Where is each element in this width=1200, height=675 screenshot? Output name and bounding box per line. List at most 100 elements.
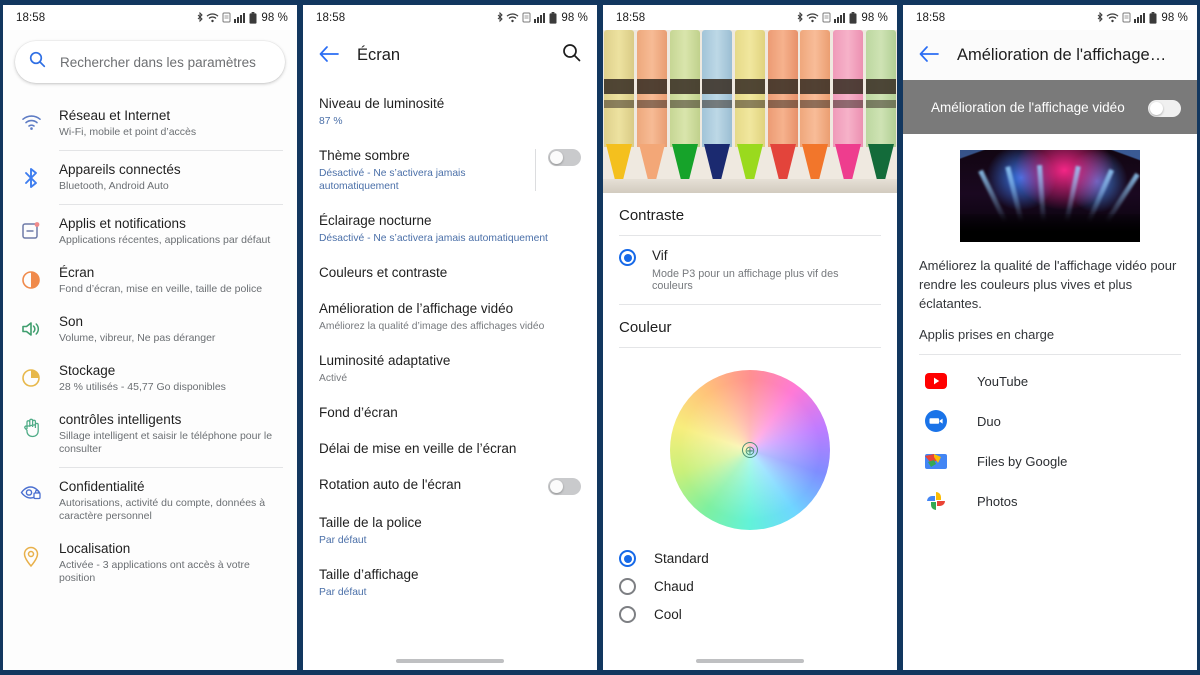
bluetooth-icon <box>797 12 804 23</box>
display-options-list: Niveau de luminosité 87 % Thème sombre D… <box>303 80 597 670</box>
row-separator <box>535 149 536 191</box>
sidebar-item-appareils[interactable]: Appareils connectés Bluetooth, Android A… <box>3 153 297 202</box>
bluetooth-icon <box>197 12 204 23</box>
app-label: Photos <box>977 493 1018 509</box>
bluetooth-icon <box>1097 12 1104 23</box>
item-subtitle: Wi-Fi, mobile et point d’accès <box>59 126 197 138</box>
search-input[interactable]: Rechercher dans les paramètres <box>15 41 285 83</box>
row-title: Rotation auto de l'écran <box>319 477 462 492</box>
page-title: Écran <box>357 45 401 64</box>
row-fond-ecran[interactable]: Fond d’écran <box>303 395 597 431</box>
crayon <box>701 30 734 193</box>
row-title: Taille de la police <box>319 515 422 530</box>
row-subtitle: Améliorez la qualité d’image des afficha… <box>319 321 545 332</box>
wifi-icon <box>1106 12 1119 23</box>
row-taille-police[interactable]: Taille de la police Par défaut <box>303 505 597 557</box>
wifi-icon <box>206 12 219 23</box>
crayons-photo <box>603 30 897 193</box>
row-title: Thème sombre <box>319 148 410 163</box>
sidebar-item-reseau[interactable]: Réseau et Internet Wi-Fi, mobile et poin… <box>3 99 297 148</box>
signal-icon <box>834 12 846 23</box>
crayon <box>636 30 669 193</box>
status-time: 18:58 <box>316 11 346 24</box>
toggle-knob <box>1150 101 1163 115</box>
radio-button[interactable] <box>619 606 636 623</box>
crosshair-icon[interactable]: ⊕ <box>742 442 758 458</box>
search-icon[interactable] <box>562 43 581 67</box>
radio-button[interactable] <box>619 550 636 567</box>
radio-button[interactable] <box>619 249 636 266</box>
row-luminosite-adaptative[interactable]: Luminosité adaptative Activé <box>303 343 597 395</box>
app-bar: Amélioration de l'affichage… <box>903 30 1197 80</box>
app-item-files-by-google[interactable]: Files by Google <box>903 441 1197 481</box>
panel-display-settings: 18:58 98 % Écran Niveau de luminosité 87… <box>300 0 600 675</box>
row-rotation-auto[interactable]: Rotation auto de l'écran <box>303 467 597 505</box>
auto-rotate-toggle[interactable] <box>548 478 581 495</box>
video-enhancer-toggle[interactable] <box>1148 99 1181 117</box>
wifi-icon <box>3 108 59 131</box>
home-indicator <box>396 659 504 663</box>
status-bar: 18:58 98 % <box>603 5 897 30</box>
app-item-photos[interactable]: Photos <box>903 481 1197 521</box>
app-label: YouTube <box>977 373 1029 389</box>
color-option-chaud[interactable]: Chaud <box>603 572 897 600</box>
back-arrow-icon[interactable] <box>919 45 939 66</box>
sidebar-item-ecran[interactable]: Écran Fond d’écran, mise en veille, tail… <box>3 256 297 305</box>
search-icon <box>29 51 46 73</box>
item-title: Applis et notifications <box>59 216 186 231</box>
contrast-option-vif[interactable]: Vif Mode P3 pour un affichage plus vif d… <box>603 236 897 304</box>
item-subtitle: Fond d’écran, mise en veille, taille de … <box>59 283 263 295</box>
color-option-cool[interactable]: Cool <box>603 600 897 628</box>
crayon <box>766 30 799 193</box>
row-theme-sombre[interactable]: Thème sombre Désactivé - Ne s’activera j… <box>303 138 597 203</box>
app-item-youtube[interactable]: YouTube <box>903 361 1197 401</box>
row-subtitle: Activé <box>319 373 348 384</box>
sidebar-item-applis[interactable]: Applis et notifications Applications réc… <box>3 207 297 256</box>
color-wheel-container: ⊕ <box>603 348 897 544</box>
item-subtitle: 28 % utilisés - 45,77 Go disponibles <box>59 381 226 393</box>
option-label: Vif <box>652 248 668 263</box>
status-bar: 18:58 98 % <box>303 5 597 30</box>
toggle-knob <box>550 151 563 164</box>
option-label: Cool <box>654 606 682 622</box>
row-subtitle: Désactivé - Ne s’activera jamais automat… <box>319 168 466 192</box>
item-title: Appareils connectés <box>59 162 181 177</box>
battery-percent: 98 % <box>261 11 288 24</box>
wifi-icon <box>806 12 819 23</box>
app-item-duo[interactable]: Duo <box>903 401 1197 441</box>
screenshot-stage: 18:58 98 % Rechercher dans les paramètre… <box>0 0 1200 675</box>
sidebar-item-stockage[interactable]: Stockage 28 % utilisés - 45,77 Go dispon… <box>3 354 297 403</box>
sidebar-item-son[interactable]: Son Volume, vibreur, Ne pas déranger <box>3 305 297 354</box>
crayon <box>864 30 897 193</box>
row-amelioration-affichage-video[interactable]: Amélioration de l’affichage vidéo Amélio… <box>303 291 597 343</box>
color-option-standard[interactable]: Standard <box>603 544 897 572</box>
row-taille-affichage[interactable]: Taille d’affichage Par défaut <box>303 557 597 609</box>
panel-settings-home: 18:58 98 % Rechercher dans les paramètre… <box>0 0 300 675</box>
radio-button[interactable] <box>619 578 636 595</box>
row-eclairage-nocturne[interactable]: Éclairage nocturne Désactivé - Ne s’acti… <box>303 203 597 255</box>
youtube-icon <box>925 370 947 392</box>
sidebar-item-localisation[interactable]: Localisation Activée - 3 applications on… <box>3 532 297 594</box>
status-time: 18:58 <box>916 11 946 24</box>
video-enhancer-banner[interactable]: Amélioration de l'affichage vidéo <box>903 80 1197 134</box>
panel-colors-and-contrast: 18:58 98 % Contraste Vif Mode P3 pour un… <box>600 0 900 675</box>
app-label: Duo <box>977 413 1001 429</box>
battery-icon <box>549 11 557 24</box>
page-title: Amélioration de l'affichage… <box>957 45 1167 64</box>
panel-video-enhancer: 18:58 98 % Amélioration de l'affichage… … <box>900 0 1200 675</box>
row-couleurs-contraste[interactable]: Couleurs et contraste <box>303 255 597 291</box>
back-arrow-icon[interactable] <box>319 45 339 66</box>
row-delai-mise-en-veille[interactable]: Délai de mise en veille de l’écran <box>303 431 597 467</box>
list-divider <box>59 467 283 468</box>
sidebar-item-controles[interactable]: contrôles intelligents Sillage intellige… <box>3 403 297 465</box>
crayon <box>734 30 767 193</box>
row-niveau-luminosite[interactable]: Niveau de luminosité 87 % <box>303 86 597 138</box>
item-subtitle: Bluetooth, Android Auto <box>59 180 169 192</box>
sidebar-item-confidentialite[interactable]: Confidentialité Autorisations, activité … <box>3 470 297 532</box>
item-subtitle: Sillage intelligent et saisir le télépho… <box>59 430 273 455</box>
dark-theme-toggle[interactable] <box>548 149 581 166</box>
status-bar: 18:58 98 % <box>3 5 297 30</box>
color-wheel[interactable]: ⊕ <box>670 370 830 530</box>
display-icon <box>3 265 59 290</box>
location-icon <box>3 541 59 568</box>
